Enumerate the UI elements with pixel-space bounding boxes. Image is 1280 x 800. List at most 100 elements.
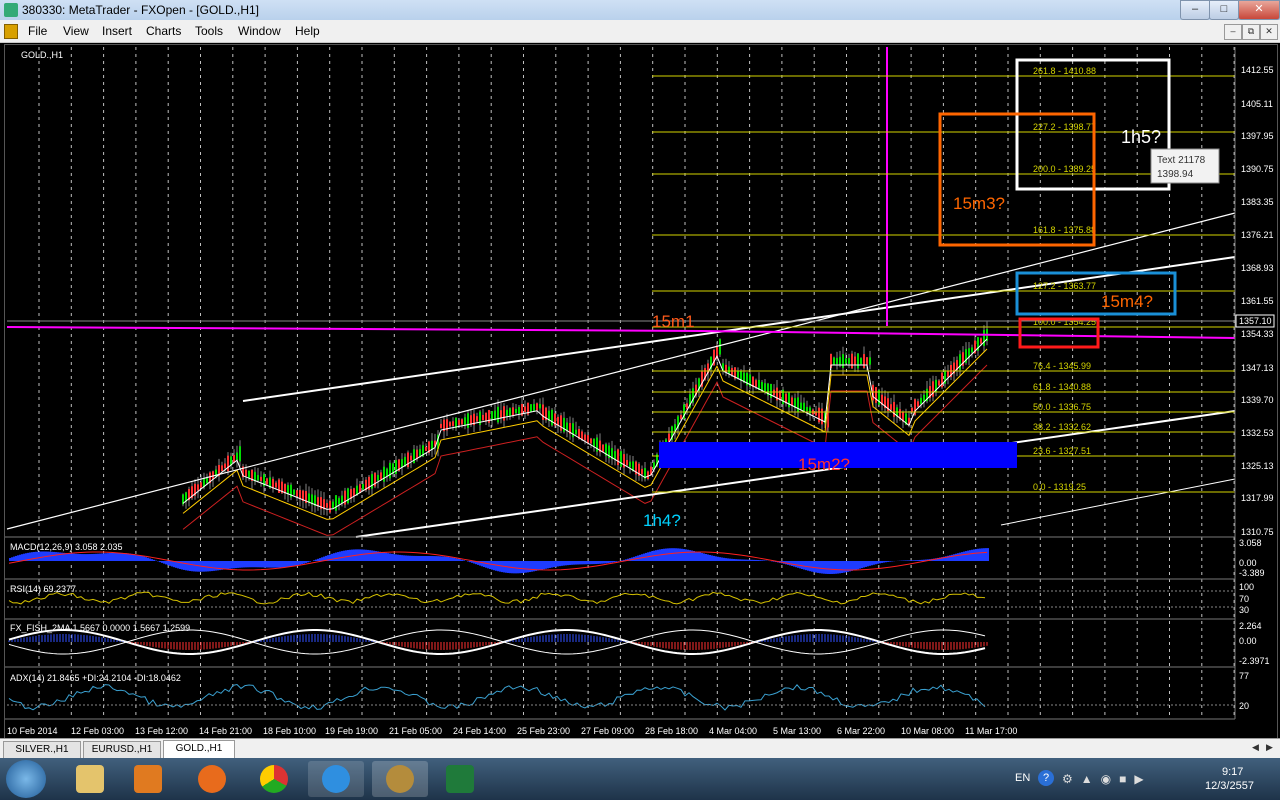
firefox-icon [198, 765, 226, 793]
tab-gold[interactable]: GOLD.,H1 [163, 740, 235, 760]
fib-label: 200.0 - 1389.25 [1033, 164, 1096, 174]
taskbar-metatrader[interactable] [372, 761, 428, 797]
rsi-line [8, 591, 986, 605]
price-axis-label: 1354.33 [1241, 329, 1274, 339]
price-axis-label: 1368.93 [1241, 263, 1274, 273]
rsi-axis-30: 30 [1239, 605, 1249, 615]
start-button[interactable] [6, 760, 46, 798]
tooltip-line2: 1398.94 [1157, 169, 1194, 180]
language-indicator[interactable]: EN [1015, 772, 1030, 784]
metatrader-icon [386, 765, 414, 793]
window-title: 380330: MetaTrader - FXOpen - [GOLD.,H1] [22, 3, 259, 17]
annotation-1h4: 1h4? [643, 511, 681, 530]
annotation-15m4: 15m4? [1101, 292, 1153, 311]
annotation-1h5: 1h5? [1121, 127, 1161, 147]
time-axis-label: 19 Feb 19:00 [325, 726, 378, 736]
price-axis-label: 1412.55 [1241, 65, 1274, 75]
maximize-button[interactable]: □ [1209, 0, 1239, 20]
adx-label: ADX(14) 21.8465 +DI:24.2104 -DI:18.0462 [10, 673, 181, 683]
adx-axis-bottom: 20 [1239, 701, 1249, 711]
taskbar-chrome[interactable] [246, 761, 302, 797]
taskbar-media[interactable] [120, 761, 176, 797]
price-axis-label: 1376.21 [1241, 230, 1274, 240]
menu-bar: File View Insert Charts Tools Window Hel… [0, 20, 1280, 43]
adx-axis-top: 77 [1239, 671, 1249, 681]
price-axis-label: 1405.11 [1241, 99, 1273, 109]
time-axis-label: 21 Feb 05:00 [389, 726, 442, 736]
chart-window[interactable]: 261.8 - 1410.88 227.2 - 1398.77 200.0 - 13… [4, 44, 1278, 740]
magenta-resistance-line [6, 326, 1236, 339]
current-price-tag: 1357.10 [1239, 316, 1272, 326]
annotation-15m1: 15m1 [652, 312, 695, 331]
macd-axis-top: 3.058 [1239, 538, 1262, 548]
menu-insert[interactable]: Insert [102, 24, 132, 38]
time-axis-label: 13 Feb 12:00 [135, 726, 188, 736]
fish-axis-top: 2.264 [1239, 621, 1262, 631]
menu-file[interactable]: File [28, 24, 47, 38]
fib-label: 50.0 - 1336.75 [1033, 402, 1091, 412]
rsi-label: RSI(14) 69.2377 [10, 584, 76, 594]
fib-label: 127.2 - 1363.77 [1033, 281, 1096, 291]
tray-icons[interactable]: ⚙▲◉■▶ [1062, 772, 1190, 786]
fish-label: FX_FISH_2MA 1.5667 0.0000 1.5667 1.2599 [10, 623, 190, 633]
taskbar-explorer[interactable] [62, 761, 118, 797]
price-axis-label: 1310.75 [1241, 527, 1274, 537]
price-axis-label: 1325.13 [1241, 461, 1274, 471]
menu-help[interactable]: Help [295, 24, 320, 38]
fib-label: 161.8 - 1375.88 [1033, 225, 1096, 235]
close-button[interactable]: ✕ [1238, 0, 1280, 20]
price-axis-label: 1361.55 [1241, 296, 1274, 306]
chart-close-button[interactable]: ✕ [1260, 24, 1278, 40]
time-axis-label: 18 Feb 10:00 [263, 726, 316, 736]
time-axis-label: 27 Feb 09:00 [581, 726, 634, 736]
time-axis-label: 14 Feb 21:00 [199, 726, 252, 736]
help-icon[interactable]: ? [1038, 770, 1054, 786]
price-axis-label: 1390.75 [1241, 164, 1274, 174]
tooltip-line1: Text 21178 [1157, 155, 1206, 166]
fish-axis-zero: 0.00 [1239, 636, 1257, 646]
time-axis-label: 24 Feb 14:00 [453, 726, 506, 736]
adx-line [8, 683, 986, 711]
taskbar-firefox[interactable] [184, 761, 240, 797]
tab-eurusd[interactable]: EURUSD.,H1 [83, 741, 161, 759]
rsi-axis-100: 100 [1239, 582, 1254, 592]
taskbar-excel[interactable] [432, 761, 488, 797]
chart-minimize-button[interactable]: – [1224, 24, 1242, 40]
clock-date[interactable]: 12/3/2557 [1205, 780, 1254, 792]
macd-histogram [8, 548, 989, 574]
price-chart[interactable]: 261.8 - 1410.88227.2 - 1398.77200.0 - 13… [5, 45, 1277, 739]
menu-charts[interactable]: Charts [146, 24, 181, 38]
time-axis-label: 25 Feb 23:00 [517, 726, 570, 736]
time-axis-label: 10 Feb 2014 [7, 726, 58, 736]
tabs-scroll-left[interactable]: ◀ [1252, 742, 1264, 756]
menu-view[interactable]: View [63, 24, 89, 38]
excel-icon [446, 765, 474, 793]
ma-fast [182, 338, 988, 510]
menu-tools[interactable]: Tools [195, 24, 223, 38]
taskbar-ie[interactable] [308, 761, 364, 797]
tabs-scroll-right[interactable]: ▶ [1266, 742, 1278, 756]
menu-window[interactable]: Window [238, 24, 281, 38]
time-axis: 10 Feb 2014 12 Feb 03:00 13 Feb 12:00 14 Fe… [7, 726, 1017, 736]
time-axis-label: 28 Feb 18:00 [645, 726, 698, 736]
chart-restore-button[interactable]: ⧉ [1242, 24, 1260, 40]
chart-tabs-bar: SILVER.,H1 EURUSD.,H1 GOLD.,H1 ◀ ▶ [0, 738, 1280, 760]
price-axis-label: 1332.53 [1241, 428, 1274, 438]
time-axis-label: 4 Mar 04:00 [709, 726, 757, 736]
clock-time[interactable]: 9:17 [1222, 766, 1243, 778]
rsi-axis-70: 70 [1239, 594, 1249, 604]
fib-label: 0.0 - 1319.25 [1033, 482, 1086, 492]
fib-label: 23.6 - 1327.51 [1033, 446, 1091, 456]
tab-silver[interactable]: SILVER.,H1 [3, 741, 81, 759]
folder-icon [76, 765, 104, 793]
macd-axis-zero: 0.00 [1239, 558, 1257, 568]
annotation-15m3: 15m3? [953, 194, 1005, 213]
fib-label: 261.8 - 1410.88 [1033, 66, 1096, 76]
minimize-button[interactable]: – [1180, 0, 1210, 20]
title-bar: 380330: MetaTrader - FXOpen - [GOLD.,H1]… [0, 0, 1280, 20]
fib-label: 61.8 - 1340.88 [1033, 382, 1091, 392]
app-icon [4, 3, 18, 17]
price-axis-label: 1339.70 [1241, 395, 1274, 405]
price-axis-label: 1317.99 [1241, 493, 1274, 503]
fib-label: 76.4 - 1345.99 [1033, 361, 1091, 371]
